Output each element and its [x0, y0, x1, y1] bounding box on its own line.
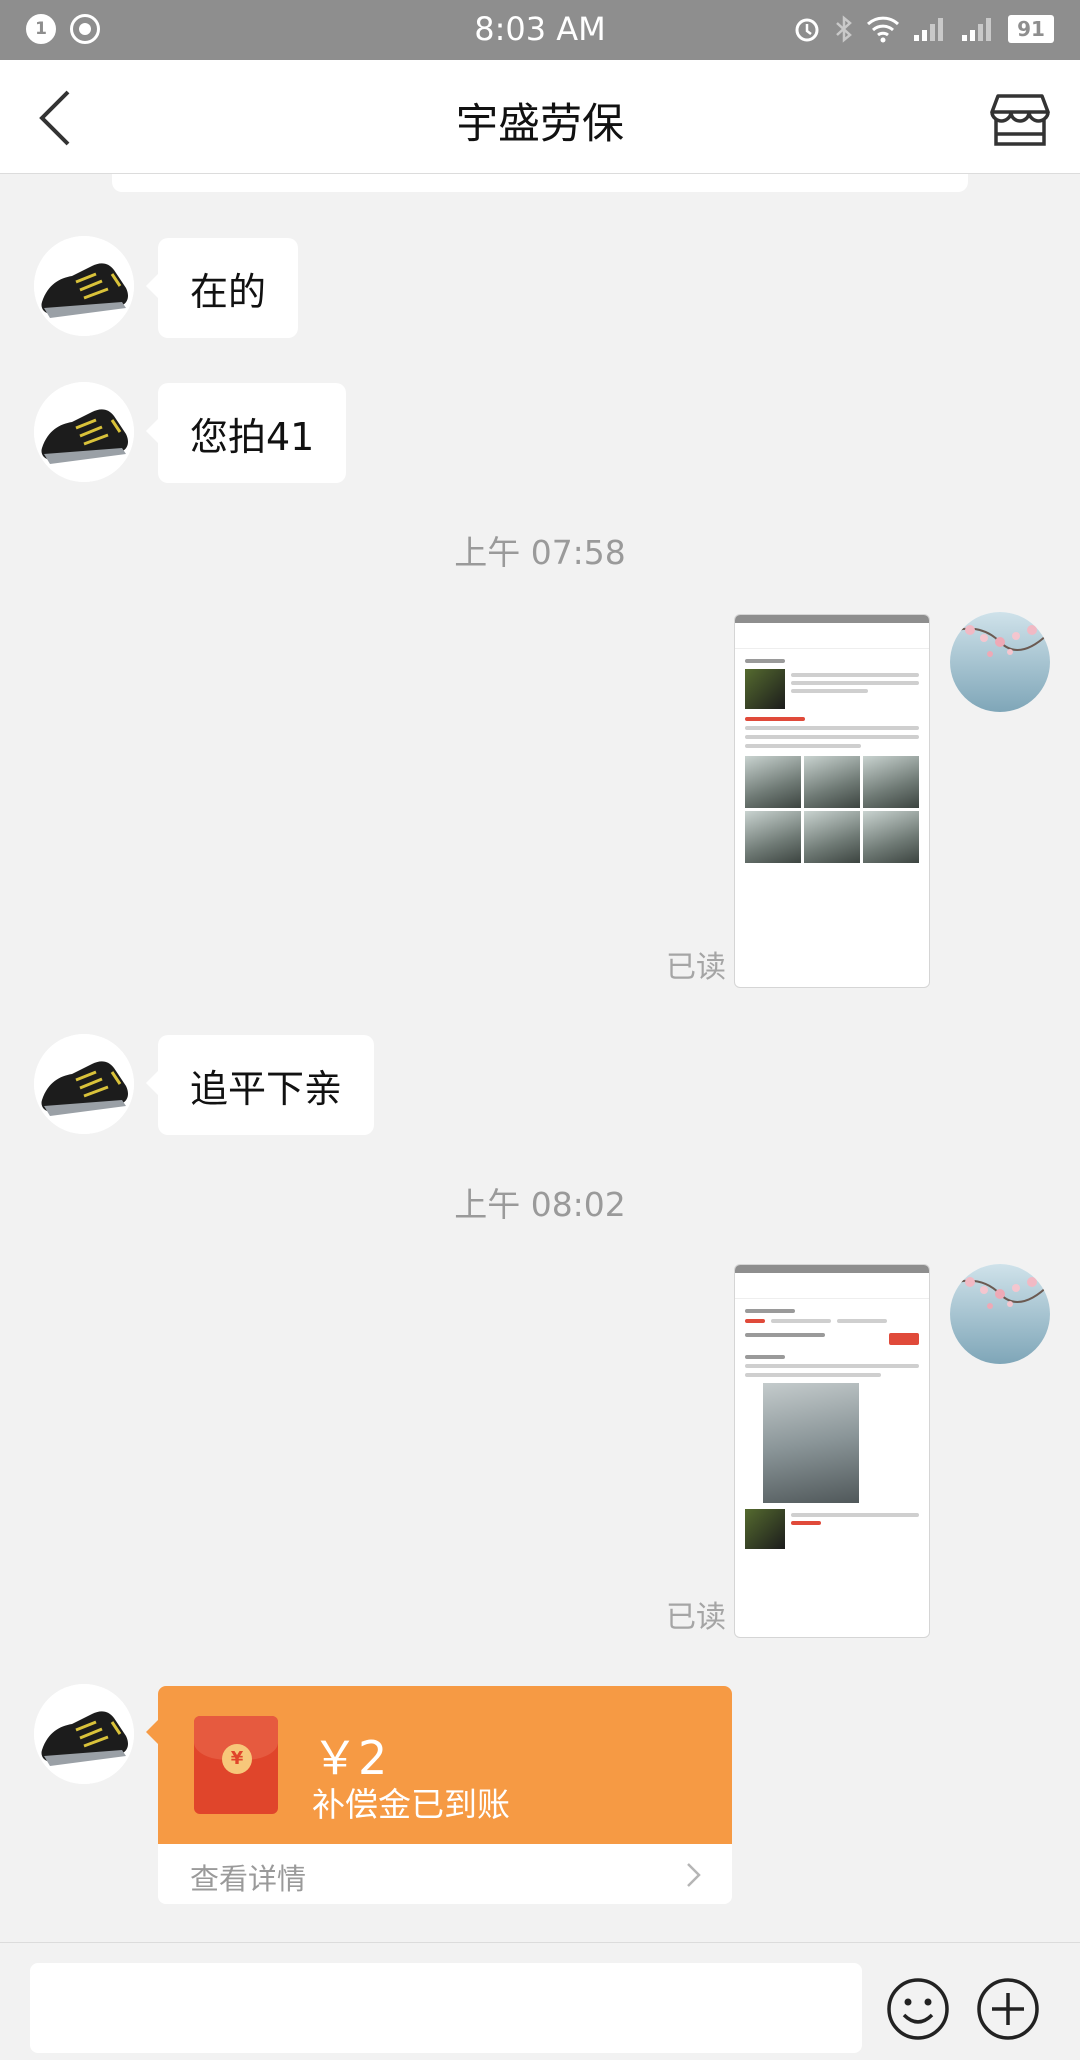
view-details-row[interactable]: 查看详情	[158, 1844, 732, 1904]
battery-icon: 91	[1008, 15, 1054, 43]
timestamp: 上午 07:58	[454, 533, 626, 572]
alarm-icon	[795, 18, 819, 42]
plus-circle-icon[interactable]	[976, 1977, 1040, 2041]
bubble-tail	[146, 1720, 158, 1744]
shoe-image	[34, 236, 134, 336]
page-title: 宇盛劳保	[455, 99, 624, 148]
shoe-image	[34, 1034, 134, 1134]
coin-icon: ¥	[222, 1744, 252, 1774]
message-bubble: 追平下亲	[145, 1035, 375, 1135]
message-bubble: 在的	[145, 238, 299, 338]
shop-avatar[interactable]	[34, 1034, 134, 1134]
message-input[interactable]	[30, 1963, 862, 2053]
message-text: 您拍41	[190, 414, 315, 459]
blossom-image	[950, 612, 1050, 712]
read-receipt: 已读	[666, 950, 726, 985]
previous-message-card	[112, 174, 968, 192]
smiley-icon[interactable]	[886, 1977, 950, 2041]
image-message[interactable]	[734, 614, 930, 988]
message-bubble: 您拍41	[145, 383, 347, 483]
nav-bar: 宇盛劳保	[0, 60, 1080, 174]
red-packet-description: 补偿金已到账	[312, 1785, 510, 1824]
shop-avatar[interactable]	[34, 236, 134, 336]
read-receipt: 已读	[666, 1600, 726, 1635]
store-icon[interactable]	[990, 88, 1050, 148]
signal-icon	[914, 18, 943, 41]
shoe-image	[34, 382, 134, 482]
status-bar: 1 8:03 AM 91	[0, 0, 1080, 60]
input-bar	[0, 1942, 1080, 2060]
bluetooth-icon	[836, 15, 852, 43]
chevron-right-icon	[687, 1863, 701, 1887]
shoe-image	[34, 1684, 134, 1784]
wifi-icon	[866, 16, 900, 43]
image-message[interactable]	[734, 1264, 930, 1638]
my-avatar[interactable]	[950, 1264, 1050, 1364]
message-text: 追平下亲	[190, 1066, 343, 1111]
red-packet-card[interactable]: ¥ ￥2 补偿金已到账 查看详情	[158, 1686, 732, 1904]
shop-avatar[interactable]	[34, 382, 134, 482]
message-text: 在的	[190, 269, 267, 314]
red-envelope-icon: ¥	[194, 1716, 278, 1814]
blossom-image	[950, 1264, 1050, 1364]
view-details-label: 查看详情	[190, 1862, 307, 1896]
timestamp: 上午 08:02	[454, 1185, 626, 1224]
signal-icon	[962, 18, 991, 41]
shop-avatar[interactable]	[34, 1684, 134, 1784]
my-avatar[interactable]	[950, 612, 1050, 712]
